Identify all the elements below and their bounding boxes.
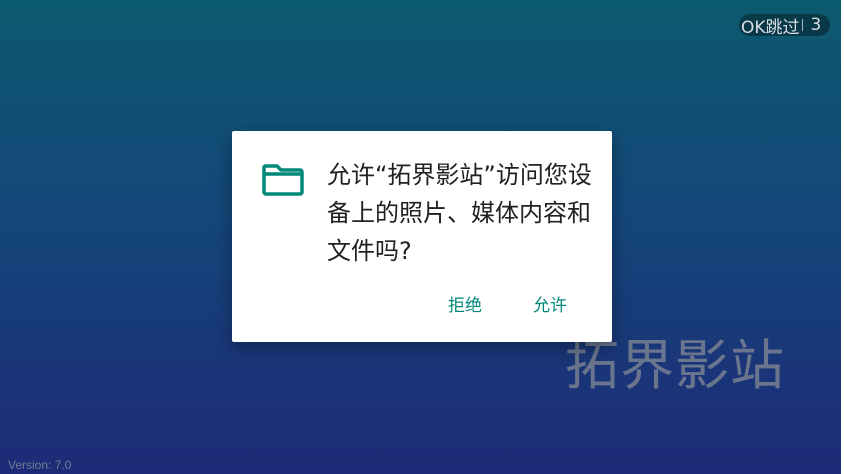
deny-button[interactable]: 拒绝: [445, 291, 485, 321]
permission-message: 允许“拓界影站”访问您设备上的照片、媒体内容和文件吗?: [327, 161, 592, 265]
skip-button[interactable]: OK跳过 3: [739, 14, 830, 38]
skip-countdown: 3: [810, 15, 822, 35]
version-label: Version: 7.0: [8, 458, 72, 472]
allow-button[interactable]: 允许: [530, 291, 570, 321]
skip-label: OK跳过: [741, 17, 800, 38]
skip-separator: [801, 19, 803, 31]
permission-dialog: 允许“拓界影站”访问您设备上的照片、媒体内容和文件吗? 拒绝 允许: [232, 131, 612, 342]
folder-icon: [262, 164, 304, 196]
app-watermark: 拓界影站: [565, 334, 785, 397]
